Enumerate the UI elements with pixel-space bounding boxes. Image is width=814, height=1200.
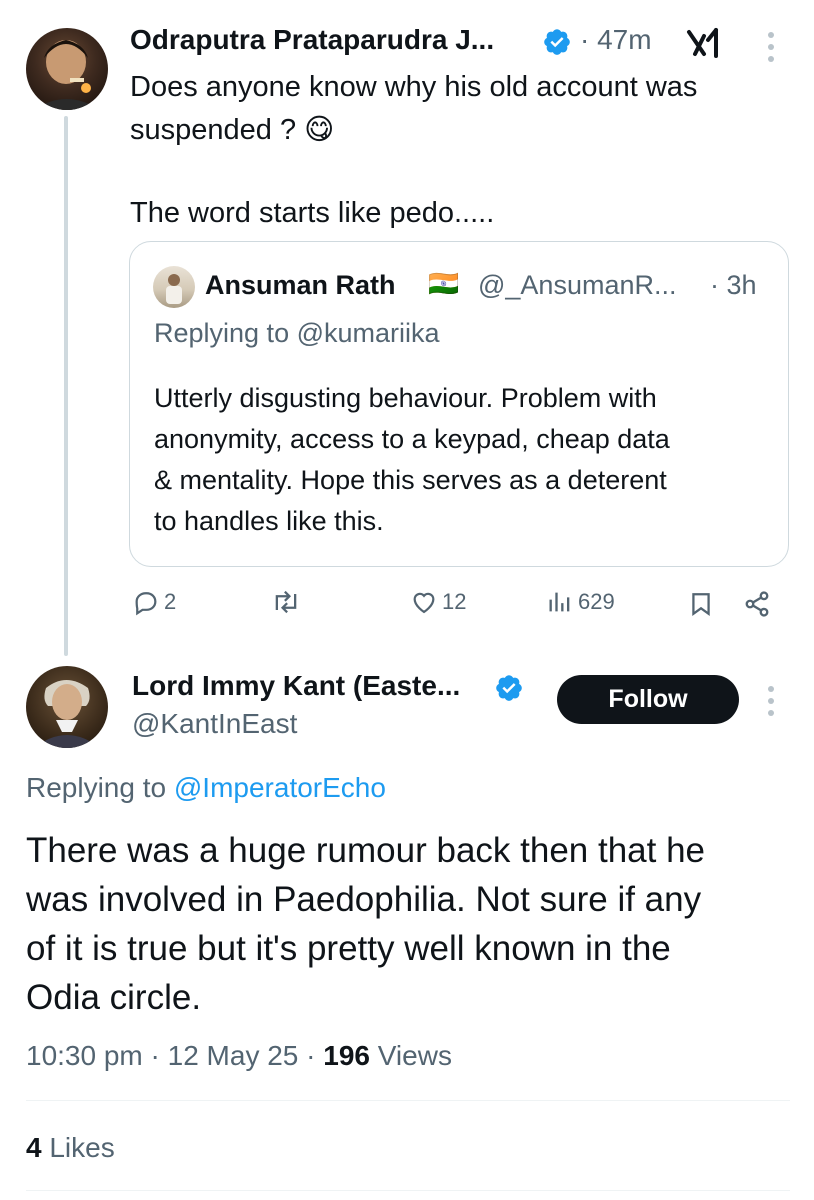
verified-badge-icon xyxy=(496,675,522,701)
follow-button[interactable]: Follow xyxy=(557,675,739,724)
post1-body-line: The word starts like pedo..... xyxy=(130,197,495,229)
quote-handle[interactable]: @_AnsumanR... xyxy=(478,270,677,301)
analytics-icon xyxy=(549,592,570,612)
thread-line xyxy=(64,116,68,656)
avatar-image xyxy=(34,40,100,110)
quote-time[interactable]: · 3h xyxy=(710,270,757,301)
quote-replying-to: Replying to @kumariika xyxy=(154,318,440,349)
quote-body-line: to handles like this. xyxy=(154,506,384,536)
avatar[interactable] xyxy=(26,666,108,748)
views-count: 196 xyxy=(323,1040,370,1071)
likes-count: 4 xyxy=(26,1132,42,1163)
like-button[interactable]: 12 xyxy=(410,588,466,616)
views-button[interactable]: 629 xyxy=(546,588,615,616)
quote-avatar[interactable] xyxy=(153,266,195,308)
replying-prefix: Replying to xyxy=(26,772,174,803)
bookmark-icon[interactable] xyxy=(688,590,714,618)
more-options-icon[interactable] xyxy=(766,32,776,62)
post2-replying-to: Replying to @ImperatorEcho xyxy=(26,772,386,804)
reply-icon xyxy=(135,592,157,616)
quote-author-name[interactable]: Ansuman Rath xyxy=(205,270,396,301)
post1-body-line: suspended ? 😋 xyxy=(130,114,335,146)
post1-body-line: Does anyone know why his old account was xyxy=(130,71,698,103)
like-count: 12 xyxy=(442,589,467,614)
post2-body-line: There was a huge rumour back then that h… xyxy=(26,831,706,870)
reply-button[interactable]: 2 xyxy=(132,588,176,616)
post2-body-line: Odia circle. xyxy=(26,978,202,1017)
replying-handle[interactable]: @ImperatorEcho xyxy=(174,772,386,803)
post-timestamp[interactable]: 10:30 pm · 12 May 25 · xyxy=(26,1040,323,1071)
quote-body-line: Utterly disgusting behaviour. Problem wi… xyxy=(154,383,657,413)
replying-prefix: Replying to xyxy=(154,318,297,348)
quote-body-line: anonymity, access to a keypad, cheap dat… xyxy=(154,424,670,454)
quote-body-line: & mentality. Hope this serves as a deter… xyxy=(154,465,667,495)
grok-icon[interactable] xyxy=(686,26,722,60)
post2-body-line: of it is true but it's pretty well known… xyxy=(26,929,671,968)
view-count: 629 xyxy=(578,589,615,614)
post1-author-name[interactable]: Odraputra Prataparudra J... xyxy=(130,24,494,56)
replying-handle[interactable]: @kumariika xyxy=(297,318,440,348)
india-flag-icon: 🇮🇳 xyxy=(428,270,460,298)
likes-summary[interactable]: 4 Likes xyxy=(26,1132,115,1164)
heart-icon xyxy=(413,592,435,614)
repost-button[interactable] xyxy=(270,588,302,616)
likes-label: Likes xyxy=(41,1132,115,1163)
avatar[interactable] xyxy=(26,28,108,110)
divider xyxy=(26,1100,790,1101)
views-label: Views xyxy=(369,1040,452,1071)
avatar-image xyxy=(34,680,100,748)
quote-avatar-image xyxy=(166,274,182,304)
post2-author-name[interactable]: Lord Immy Kant (Easte... xyxy=(132,670,460,702)
divider xyxy=(26,1190,790,1191)
share-icon[interactable] xyxy=(742,590,772,618)
verified-badge-icon xyxy=(544,29,570,55)
post2-handle[interactable]: @KantInEast xyxy=(132,708,297,740)
quote-body: Utterly disgusting behaviour. Problem wi… xyxy=(154,378,774,542)
post2-body-line: was involved in Paedophilia. Not sure if… xyxy=(26,880,702,919)
more-options-icon[interactable] xyxy=(766,686,776,716)
post1-time[interactable]: · 47m xyxy=(580,24,652,56)
repost-icon xyxy=(275,590,297,614)
post2-body: There was a huge rumour back then that h… xyxy=(26,826,806,1022)
post2-meta: 10:30 pm · 12 May 25 · 196 Views xyxy=(26,1040,452,1072)
reply-count: 2 xyxy=(164,589,177,614)
post1-body: Does anyone know why his old account was… xyxy=(130,66,790,235)
